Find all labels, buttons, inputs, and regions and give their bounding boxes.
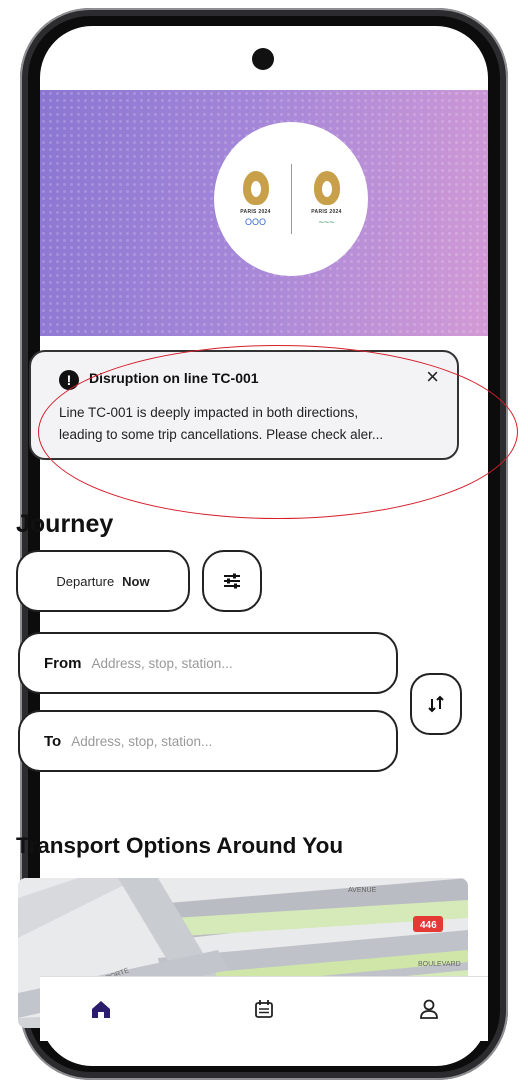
calendar-icon (255, 1000, 273, 1018)
close-icon[interactable]: × (426, 362, 439, 392)
paris-2024-logo: PARIS 2024 OOO PARIS 2024 ~~~ (214, 122, 368, 276)
map-badge-label: 446 (420, 920, 437, 931)
to-label: To (44, 732, 62, 750)
nav-calendar[interactable] (247, 995, 281, 1023)
alert-body-line-1: Line TC-001 is deeply impacted in both d… (59, 405, 359, 420)
paralympic-logo-text: PARIS 2024 (311, 209, 342, 215)
departure-label: Departure (56, 573, 115, 589)
disruption-alert[interactable]: ! Disruption on line TC-001 × Line TC-00… (29, 350, 459, 460)
bottom-navigation (40, 976, 488, 1041)
departure-value: Now (122, 573, 150, 589)
journey-title: Journey (16, 510, 114, 538)
from-field[interactable]: From Address, stop, station... (18, 632, 398, 694)
olympic-rings-icon: OOO (244, 217, 266, 227)
logo-divider (290, 164, 292, 234)
map-street-label-1: AVENUE (348, 887, 377, 894)
from-placeholder: Address, stop, station... (91, 655, 233, 671)
exclamation-icon: ! (59, 370, 79, 390)
front-camera (252, 48, 274, 70)
filter-button[interactable] (202, 550, 262, 612)
alert-title: Disruption on line TC-001 (89, 370, 259, 386)
from-label: From (44, 654, 82, 672)
transport-title: Transport Options Around You (16, 833, 344, 858)
nav-home[interactable] (84, 995, 118, 1023)
olympic-emblem: PARIS 2024 OOO (227, 171, 285, 227)
profile-icon (420, 999, 438, 1019)
swap-button[interactable] (410, 673, 462, 735)
paralympic-emblem: PARIS 2024 ~~~ (298, 171, 356, 227)
to-field[interactable]: To Address, stop, station... (18, 710, 398, 772)
map-street-label-2: BOULEVARD (418, 961, 461, 968)
swap-arrows-icon (428, 695, 444, 713)
alert-body-line-2: leading to some trip cancellations. Plea… (59, 427, 384, 442)
flame-icon (313, 171, 340, 205)
agitos-icon: ~~~ (318, 217, 335, 227)
alert-body: Line TC-001 is deeply impacted in both d… (59, 402, 455, 446)
to-placeholder: Address, stop, station... (71, 733, 213, 749)
departure-button[interactable]: Departure Now (16, 550, 190, 612)
olympic-logo-text: PARIS 2024 (240, 209, 271, 215)
home-icon (92, 1001, 110, 1018)
sliders-icon (224, 573, 240, 589)
flame-icon (242, 171, 269, 205)
nav-profile[interactable] (412, 995, 446, 1023)
